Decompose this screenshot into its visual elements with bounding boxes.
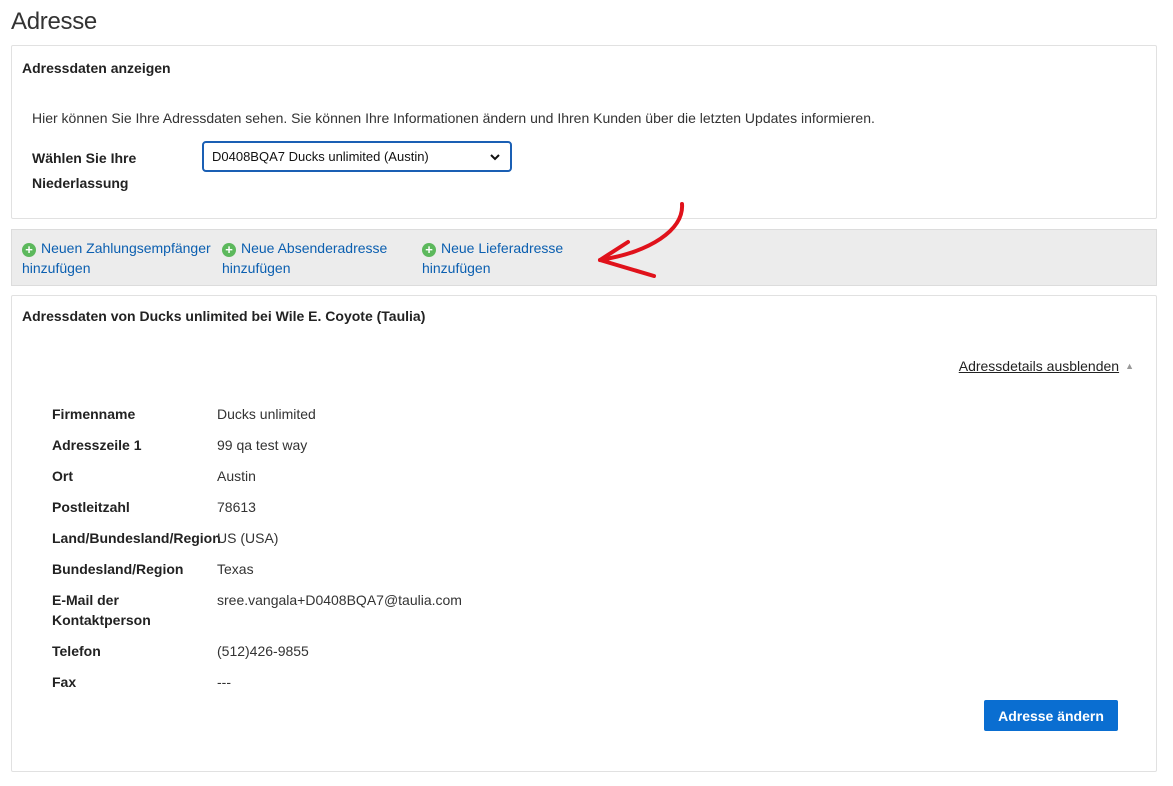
detail-value: 78613 (217, 499, 256, 515)
plus-circle-icon: + (222, 243, 236, 257)
detail-label: Fax (52, 674, 77, 690)
detail-label: Land/Bundesland/Region (52, 530, 221, 546)
detail-label: Firmenname (52, 406, 136, 422)
detail-value: sree.vangala+D0408BQA7@taulia.com (217, 592, 462, 608)
detail-value: 99 qa test way (217, 437, 308, 453)
detail-label: Postleitzahl (52, 499, 130, 515)
plus-circle-icon: + (422, 243, 436, 257)
detail-label: E-Mail der Kontaktperson (52, 592, 151, 628)
page-title: Adresse (11, 8, 97, 35)
detail-value: --- (217, 674, 231, 690)
detail-value: Austin (217, 468, 256, 484)
detail-value: Texas (217, 561, 254, 577)
add-delivery-address-link[interactable]: + Neue Lieferadresse hinzufügen (422, 238, 563, 278)
chevron-down-icon (490, 153, 500, 160)
panel-heading: Adressdaten anzeigen (22, 60, 171, 76)
add-payee-link[interactable]: + Neuen Zahlungsempfänger hinzufügen (22, 238, 211, 278)
panel-heading: Adressdaten von Ducks unlimited bei Wile… (22, 308, 426, 324)
branch-label: Wählen Sie Ihre Niederlassung (32, 150, 137, 191)
address-details-panel: Adressdaten von Ducks unlimited bei Wile… (11, 295, 1157, 772)
change-address-button[interactable]: Adresse ändern (984, 700, 1118, 731)
branch-select[interactable]: D0408BQA7 Ducks unlimited (Austin) (202, 141, 512, 172)
plus-circle-icon: + (22, 243, 36, 257)
intro-text: Hier können Sie Ihre Adressdaten sehen. … (32, 110, 875, 126)
annotation-arrow-icon (598, 202, 685, 278)
hide-details-link[interactable]: Adressdetails ausblenden ▲ (959, 358, 1134, 374)
detail-label: Adresszeile 1 (52, 437, 142, 453)
detail-label: Bundesland/Region (52, 561, 184, 577)
detail-value: US (USA) (217, 530, 279, 546)
action-bar: + Neuen Zahlungsempfänger hinzufügen + Neu… (11, 229, 1157, 286)
detail-value: (512)426-9855 (217, 643, 309, 659)
detail-label: Telefon (52, 643, 101, 659)
add-sender-address-link[interactable]: + Neue Absenderadresse hinzufügen (222, 238, 387, 278)
caret-up-icon: ▲ (1125, 361, 1134, 371)
detail-value: Ducks unlimited (217, 406, 316, 422)
branch-select-value: D0408BQA7 Ducks unlimited (Austin) (212, 149, 429, 164)
detail-label: Ort (52, 468, 73, 484)
view-address-panel: Adressdaten anzeigen Hier können Sie Ihr… (11, 45, 1157, 219)
